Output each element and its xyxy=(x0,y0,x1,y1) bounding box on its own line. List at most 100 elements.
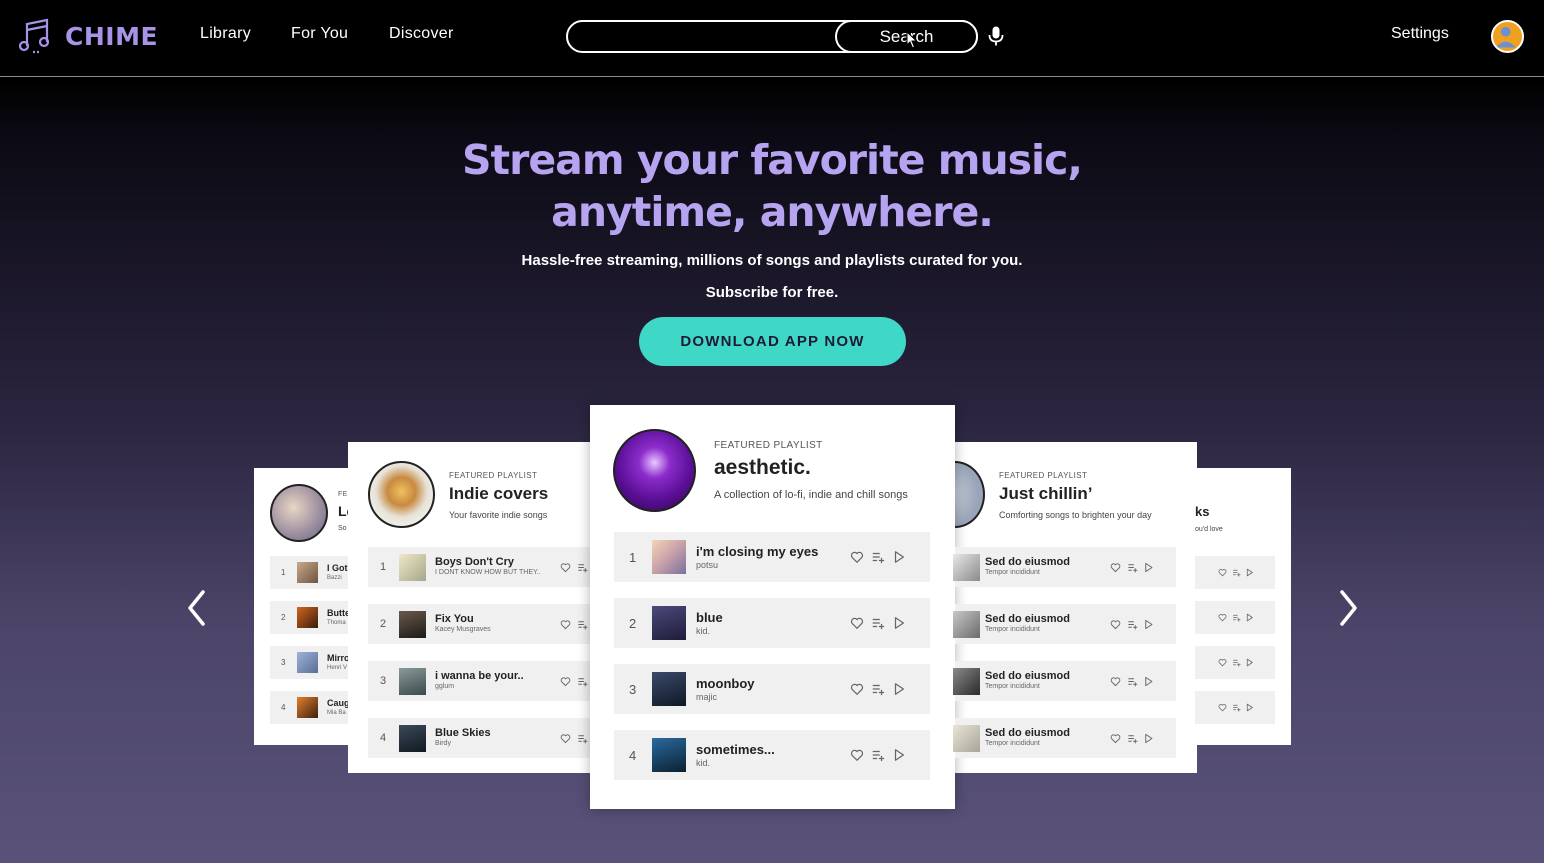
track-row[interactable]: 1 I Got Bazzi xyxy=(270,556,350,589)
playlist-tag: FEATURED PLAYLIST xyxy=(449,471,538,480)
track-row[interactable]: Sed do eiusmod Tempor incididunt xyxy=(953,718,1176,758)
heart-icon[interactable] xyxy=(1218,613,1227,622)
play-icon[interactable] xyxy=(892,616,906,630)
track-row[interactable]: Sed do eiusmod Tempor incididunt xyxy=(953,661,1176,701)
play-icon[interactable] xyxy=(1143,619,1154,630)
album-thumbnail xyxy=(652,738,686,772)
nav-library[interactable]: Library xyxy=(200,25,251,43)
track-row[interactable]: 3 i wanna be your.. gglum xyxy=(368,661,603,701)
track-row[interactable] xyxy=(1195,556,1275,589)
add-to-queue-icon[interactable] xyxy=(577,562,588,573)
track-row[interactable]: 1 Boys Don't Cry I DONT KNOW HOW BUT THEY… xyxy=(368,547,603,587)
hero-subtitle: Hassle-free streaming, millions of songs… xyxy=(521,252,1023,269)
top-nav: CHIME Library For You Discover Search Se… xyxy=(0,0,1544,77)
track-artist: Kacey Musgraves xyxy=(435,626,491,633)
add-to-queue-icon[interactable] xyxy=(871,550,885,564)
play-icon[interactable] xyxy=(1245,703,1254,712)
track-row[interactable] xyxy=(1195,601,1275,634)
track-row[interactable]: 2 blue kid. xyxy=(614,598,930,648)
play-icon[interactable] xyxy=(892,682,906,696)
microphone-icon[interactable] xyxy=(987,26,1005,46)
add-to-queue-icon[interactable] xyxy=(1232,703,1241,712)
album-thumbnail xyxy=(399,553,426,581)
heart-icon[interactable] xyxy=(850,550,864,564)
heart-icon[interactable] xyxy=(560,619,571,630)
track-row[interactable] xyxy=(1195,646,1275,679)
track-row[interactable]: 3 moonboy majic xyxy=(614,664,930,714)
play-icon[interactable] xyxy=(1143,733,1154,744)
add-to-queue-icon[interactable] xyxy=(577,676,588,687)
add-to-queue-icon[interactable] xyxy=(577,733,588,744)
add-to-queue-icon[interactable] xyxy=(1127,619,1138,630)
nav-discover[interactable]: Discover xyxy=(389,25,454,43)
heart-icon[interactable] xyxy=(560,733,571,744)
track-artist: Tempor incididunt xyxy=(985,626,1040,633)
playlist-desc: Your favorite indie songs xyxy=(449,510,548,520)
heart-icon[interactable] xyxy=(1110,733,1121,744)
heart-icon[interactable] xyxy=(1218,658,1227,667)
heart-icon[interactable] xyxy=(1218,703,1227,712)
play-icon[interactable] xyxy=(892,550,906,564)
track-title: Sed do eiusmod xyxy=(985,670,1070,682)
brand-logo[interactable]: CHIME xyxy=(17,16,158,56)
play-icon[interactable] xyxy=(1245,568,1254,577)
track-title: Blue Skies xyxy=(435,727,491,739)
add-to-queue-icon[interactable] xyxy=(1127,676,1138,687)
nav-for-you[interactable]: For You xyxy=(291,25,348,43)
play-icon[interactable] xyxy=(1245,658,1254,667)
playlist-name: Just chillin’ xyxy=(999,484,1093,503)
search-input[interactable] xyxy=(582,26,832,48)
add-to-queue-icon[interactable] xyxy=(1127,733,1138,744)
user-avatar[interactable] xyxy=(1491,20,1524,53)
track-row[interactable]: 2 Butte Thoma xyxy=(270,601,350,634)
playlist-cover xyxy=(955,461,985,528)
playlist-card-far-left[interactable]: FE Le So 1 I Got Bazzi 2 Butte Thoma 3 M… xyxy=(254,468,350,745)
heart-icon[interactable] xyxy=(560,676,571,687)
track-row[interactable]: 1 i'm closing my eyes potsu xyxy=(614,532,930,582)
playlist-cover xyxy=(613,429,696,512)
track-title: i'm closing my eyes xyxy=(696,544,819,559)
play-icon[interactable] xyxy=(1143,676,1154,687)
nav-settings[interactable]: Settings xyxy=(1391,25,1449,43)
carousel-prev-icon[interactable] xyxy=(183,588,213,628)
playlist-desc: ou'd love xyxy=(1195,526,1223,533)
add-to-queue-icon[interactable] xyxy=(1232,658,1241,667)
add-to-queue-icon[interactable] xyxy=(1232,613,1241,622)
track-number: 3 xyxy=(380,674,387,687)
track-row[interactable]: 4 sometimes... kid. xyxy=(614,730,930,780)
carousel-next-icon[interactable] xyxy=(1332,588,1362,628)
track-row[interactable]: Sed do eiusmod Tempor incididunt xyxy=(953,604,1176,644)
add-to-queue-icon[interactable] xyxy=(1232,568,1241,577)
heart-icon[interactable] xyxy=(1110,619,1121,630)
album-thumbnail xyxy=(652,540,686,574)
playlist-name: ks xyxy=(1195,504,1210,519)
playlist-tag: FEATURED PLAYLIST xyxy=(999,471,1088,480)
track-row[interactable]: 4 Caug Mia Ba xyxy=(270,691,350,724)
track-row[interactable]: 3 Mirro Henri V xyxy=(270,646,350,679)
add-to-queue-icon[interactable] xyxy=(871,748,885,762)
track-row[interactable] xyxy=(1195,691,1275,724)
play-icon[interactable] xyxy=(892,748,906,762)
heart-icon[interactable] xyxy=(850,682,864,696)
heart-icon[interactable] xyxy=(1110,676,1121,687)
album-thumbnail xyxy=(399,610,426,638)
heart-icon[interactable] xyxy=(1110,562,1121,573)
track-row[interactable]: 4 Blue Skies Birdy xyxy=(368,718,603,758)
heart-icon[interactable] xyxy=(1218,568,1227,577)
add-to-queue-icon[interactable] xyxy=(577,619,588,630)
heart-icon[interactable] xyxy=(850,616,864,630)
play-icon[interactable] xyxy=(1143,562,1154,573)
track-title: moonboy xyxy=(696,676,755,691)
add-to-queue-icon[interactable] xyxy=(871,682,885,696)
add-to-queue-icon[interactable] xyxy=(1127,562,1138,573)
track-row[interactable]: Sed do eiusmod Tempor incididunt xyxy=(953,547,1176,587)
album-thumbnail xyxy=(297,652,318,673)
add-to-queue-icon[interactable] xyxy=(871,616,885,630)
heart-icon[interactable] xyxy=(560,562,571,573)
playlist-cover xyxy=(270,484,328,542)
play-icon[interactable] xyxy=(1245,613,1254,622)
download-app-button[interactable]: DOWNLOAD APP NOW xyxy=(639,317,906,366)
heart-icon[interactable] xyxy=(850,748,864,762)
track-title: blue xyxy=(696,610,723,625)
track-row[interactable]: 2 Fix You Kacey Musgraves xyxy=(368,604,603,644)
